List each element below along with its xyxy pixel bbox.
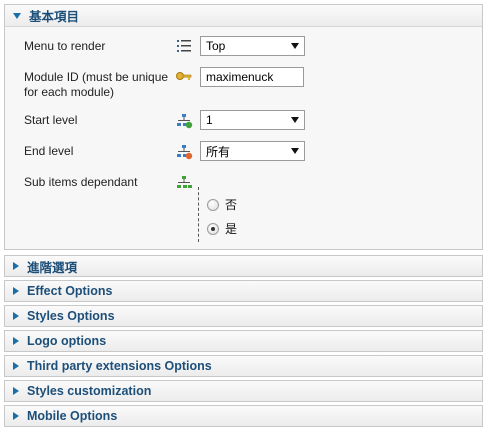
module-id-label-line2: for each module): [24, 85, 115, 99]
module-options: 基本項目 Menu to render Top Module ID (must …: [0, 0, 486, 430]
module-id-input[interactable]: maximenuck: [200, 67, 304, 87]
end-level-label: End level: [24, 144, 74, 158]
menu-to-render-label: Menu to render: [24, 39, 106, 53]
chevron-right-icon: [13, 312, 19, 320]
chevron-right-icon: [13, 262, 19, 270]
section-logo-options[interactable]: Logo options: [4, 330, 483, 352]
sitemap-red-icon: [177, 145, 193, 160]
section-header: Styles customization: [5, 381, 482, 401]
section-title: Third party extensions Options: [27, 359, 212, 373]
end-level-value: 所有: [206, 144, 231, 159]
section-header: Styles Options: [5, 306, 482, 326]
section-title: Styles customization: [27, 384, 152, 398]
section-header: Mobile Options: [5, 406, 482, 426]
chevron-right-icon: [13, 337, 19, 345]
radio-button-checked[interactable]: [207, 222, 219, 235]
start-level-select[interactable]: 1: [200, 110, 305, 130]
key-icon: [176, 72, 192, 80]
chevron-right-icon: [13, 387, 19, 395]
section-advanced-options[interactable]: 進階選項: [4, 255, 483, 277]
module-id-label-line1: Module ID (must be unique: [24, 70, 169, 84]
end-level-select[interactable]: 所有: [200, 141, 305, 161]
basic-options-panel: 基本項目 Menu to render Top Module ID (must …: [4, 4, 483, 250]
sub-items-dependant-radio-group: 否 是: [198, 187, 258, 242]
chevron-down-icon: [291, 43, 299, 49]
radio-label: 是: [225, 222, 238, 236]
sub-items-dependant-label: Sub items dependant: [24, 175, 138, 189]
section-title: Mobile Options: [27, 409, 118, 423]
radio-option-yes[interactable]: 是: [207, 220, 237, 237]
list-icon: [177, 40, 191, 52]
chevron-right-icon: [13, 362, 19, 370]
chevron-right-icon: [13, 287, 19, 295]
section-styles-customization[interactable]: Styles customization: [4, 380, 483, 402]
menu-to-render-select[interactable]: Top: [200, 36, 305, 56]
sitemap-green-icon: [177, 114, 193, 129]
start-level-value: 1: [206, 113, 213, 127]
section-title: 進階選項: [27, 260, 78, 275]
panel-title: 基本項目: [29, 10, 80, 24]
radio-label: 否: [225, 198, 238, 212]
chevron-right-icon: [13, 412, 19, 420]
section-third-party-options[interactable]: Third party extensions Options: [4, 355, 483, 377]
chevron-down-icon: [291, 117, 299, 123]
section-header: Third party extensions Options: [5, 356, 482, 376]
menu-to-render-value: Top: [206, 39, 226, 53]
radio-option-no[interactable]: 否: [207, 196, 237, 213]
sitemap-icon: [177, 176, 192, 188]
section-header: 進階選項: [5, 256, 482, 276]
start-level-label: Start level: [24, 113, 78, 127]
section-header: Logo options: [5, 331, 482, 351]
section-title: Styles Options: [27, 309, 115, 323]
section-title: Effect Options: [27, 284, 113, 298]
section-styles-options[interactable]: Styles Options: [4, 305, 483, 327]
section-title: Logo options: [27, 334, 107, 348]
chevron-down-icon: [291, 148, 299, 154]
module-id-value: maximenuck: [206, 70, 274, 84]
basic-options-body: Menu to render Top Module ID (must be un…: [5, 27, 482, 249]
section-mobile-options[interactable]: Mobile Options: [4, 405, 483, 427]
section-header: Effect Options: [5, 281, 482, 301]
basic-options-header[interactable]: 基本項目: [5, 5, 482, 27]
radio-button[interactable]: [207, 198, 219, 211]
chevron-down-icon: [13, 12, 21, 19]
section-effect-options[interactable]: Effect Options: [4, 280, 483, 302]
